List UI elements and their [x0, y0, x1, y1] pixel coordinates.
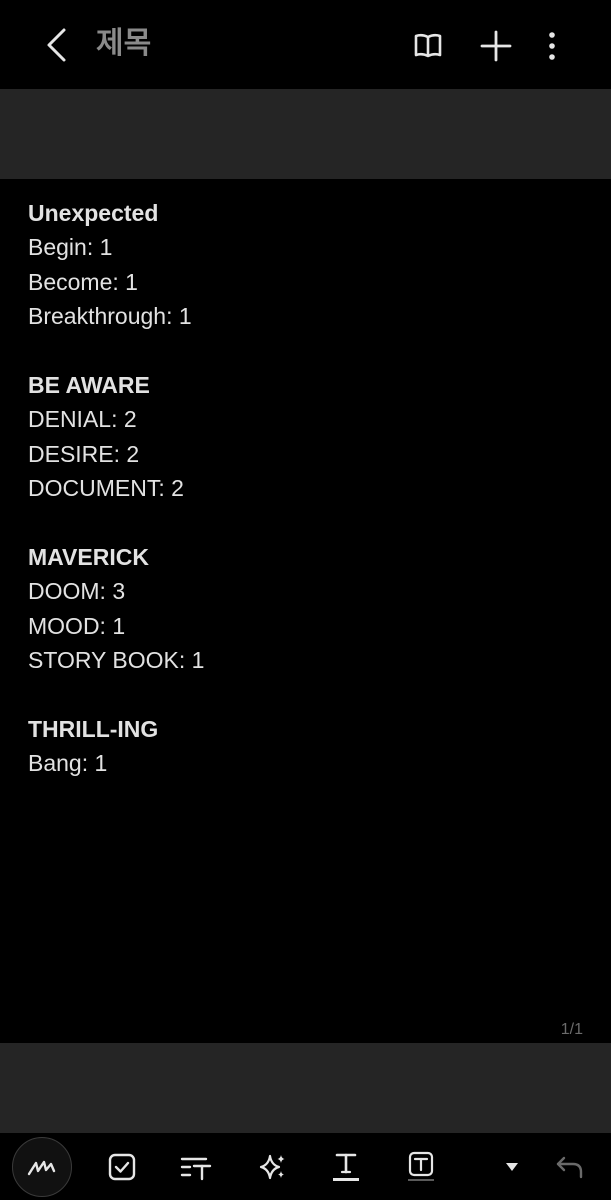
more-options-button[interactable]: [530, 24, 574, 68]
note-blank-line: [28, 677, 588, 711]
note-heading-line: MAVERICK: [28, 543, 149, 570]
editor-toolbar: [0, 1133, 611, 1200]
text-box-icon: [408, 1151, 434, 1181]
undo-button[interactable]: [548, 1145, 592, 1189]
note-text-line: Begin: 1: [28, 234, 113, 261]
note-text-line: DENIAL: 2: [28, 406, 137, 433]
note-text-line: STORY BOOK: 1: [28, 647, 205, 674]
text-underline-button[interactable]: [324, 1145, 368, 1189]
text-style-button[interactable]: [174, 1145, 218, 1189]
notes-screen: 제목 Unexpected Begin: 1 Become: 1 Breakthrou…: [0, 0, 611, 1200]
note-text-line: DOCUMENT: 2: [28, 475, 184, 502]
text-box-button[interactable]: [399, 1145, 443, 1189]
note-heading-line: Unexpected: [28, 200, 159, 226]
note-body[interactable]: Unexpected Begin: 1 Become: 1 Breakthrough:…: [28, 196, 588, 781]
add-icon: [480, 30, 512, 62]
checkbox-icon: [108, 1153, 136, 1181]
undo-icon: [556, 1156, 583, 1179]
pen-icon: [27, 1160, 56, 1176]
reading-mode-button[interactable]: [406, 24, 450, 68]
note-text-line: DOOM: 3: [28, 578, 126, 605]
bottom-panel: [0, 1043, 611, 1133]
formatting-panel: [0, 89, 611, 179]
ai-assist-button[interactable]: [250, 1145, 294, 1189]
reading-mode-icon: [414, 33, 442, 58]
page-indicator: 1/1: [560, 1021, 583, 1038]
dropdown-arrow-icon: [506, 1163, 518, 1171]
ai-sparkle-icon: [259, 1154, 285, 1180]
note-blank-line: [28, 334, 588, 368]
note-blank-line: [28, 506, 588, 540]
note-title[interactable]: 제목: [96, 24, 151, 64]
note-text-line: DESIRE: 2: [28, 440, 140, 467]
text-underline-icon: [333, 1153, 359, 1181]
note-text-line: Bang: 1: [28, 750, 108, 777]
add-button[interactable]: [474, 24, 518, 68]
note-text-line: Breakthrough: 1: [28, 303, 192, 330]
checkbox-button[interactable]: [100, 1145, 144, 1189]
text-style-icon: [180, 1157, 212, 1181]
pen-button[interactable]: [12, 1137, 72, 1197]
note-heading-line: THRILL-ING: [28, 715, 159, 742]
more-options-icon: [549, 32, 555, 60]
toolbar-dropdown-button[interactable]: [490, 1145, 534, 1189]
note-text-line: MOOD: 1: [28, 612, 126, 639]
app-bar: 제목: [0, 0, 611, 89]
note-text-line: Become: 1: [28, 268, 138, 295]
back-arrow-icon: [47, 28, 66, 62]
note-heading-line: BE AWARE: [28, 371, 150, 398]
back-button[interactable]: [36, 22, 76, 68]
